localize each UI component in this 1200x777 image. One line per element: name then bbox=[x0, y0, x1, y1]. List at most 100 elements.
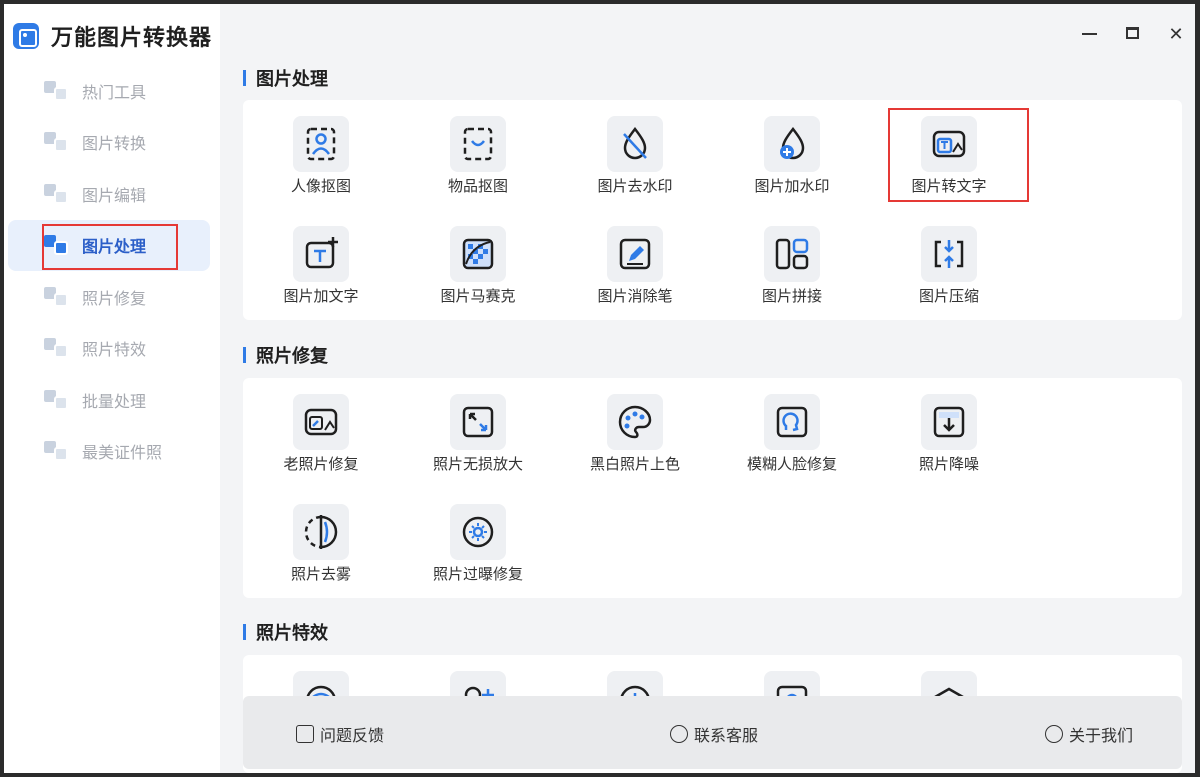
tool-label: 照片过曝修复 bbox=[432, 566, 523, 583]
tool-label: 图片拼接 bbox=[761, 288, 822, 305]
tool-old-photo-repair[interactable]: 老照片修复 bbox=[256, 394, 386, 474]
tool-add-text[interactable]: 图片加文字 bbox=[256, 226, 386, 306]
section-title-text: 照片特效 bbox=[256, 623, 328, 643]
about-label: 关于我们 bbox=[1069, 728, 1134, 745]
support-label: 联系客服 bbox=[694, 728, 759, 745]
section-title-image-process: 图片处理 bbox=[243, 65, 328, 91]
object-cutout-icon bbox=[450, 116, 506, 172]
feedback-icon bbox=[296, 725, 314, 743]
tool-label: 图片压缩 bbox=[918, 288, 979, 305]
sidebar-item-label: 最美证件照 bbox=[82, 445, 163, 463]
maximize-button[interactable] bbox=[1121, 22, 1145, 46]
old-photo-repair-icon bbox=[293, 394, 349, 450]
tool-face-restore[interactable]: 模糊人脸修复 bbox=[727, 394, 857, 474]
photo-effects-icon bbox=[44, 338, 68, 359]
image-process-icon bbox=[44, 235, 68, 256]
sidebar-item-photo-repair[interactable]: 照片修复 bbox=[8, 271, 210, 323]
section-title-photo-repair: 照片修复 bbox=[243, 342, 328, 368]
add-watermark-icon bbox=[764, 116, 820, 172]
section-title-photo-effects: 照片特效 bbox=[243, 619, 328, 645]
tool-label: 照片无损放大 bbox=[432, 456, 523, 473]
section-bar bbox=[243, 624, 246, 640]
hot-tools-icon bbox=[44, 80, 68, 101]
tool-remove-watermark[interactable]: 图片去水印 bbox=[570, 116, 700, 196]
sidebar-item-photo-effects[interactable]: 照片特效 bbox=[8, 323, 210, 375]
close-button[interactable]: ✕ bbox=[1164, 22, 1188, 46]
tool-label: 图片加水印 bbox=[754, 178, 830, 195]
tool-object-cutout[interactable]: 物品抠图 bbox=[413, 116, 543, 196]
tool-colorize[interactable]: 黑白照片上色 bbox=[570, 394, 700, 474]
tool-eraser-pen[interactable]: 图片消除笔 bbox=[570, 226, 700, 306]
close-icon: ✕ bbox=[1168, 24, 1184, 44]
section-bar bbox=[243, 347, 246, 363]
tool-label: 模糊人脸修复 bbox=[746, 456, 837, 473]
mosaic-icon bbox=[450, 226, 506, 282]
portrait-cutout-icon bbox=[293, 116, 349, 172]
remove-watermark-icon bbox=[607, 116, 663, 172]
tool-lossless-upscale[interactable]: 照片无损放大 bbox=[413, 394, 543, 474]
app-logo-icon bbox=[13, 23, 39, 49]
minimize-button[interactable] bbox=[1077, 22, 1101, 46]
tool-denoise[interactable]: 照片降噪 bbox=[884, 394, 1014, 474]
feedback-label: 问题反馈 bbox=[320, 728, 385, 745]
add-text-icon bbox=[293, 226, 349, 282]
image-to-text-icon bbox=[921, 116, 977, 172]
stitch-icon bbox=[764, 226, 820, 282]
sidebar-item-label: 热门工具 bbox=[82, 84, 147, 102]
denoise-icon bbox=[921, 394, 977, 450]
section-bar bbox=[243, 70, 246, 86]
app-name: 万能图片转换器 bbox=[51, 25, 213, 50]
support-button[interactable]: 联系客服 bbox=[670, 722, 758, 746]
section-title-text: 照片修复 bbox=[256, 346, 328, 366]
sidebar-item-image-edit[interactable]: 图片编辑 bbox=[8, 168, 210, 220]
compress-icon bbox=[921, 226, 977, 282]
tool-stitch[interactable]: 图片拼接 bbox=[727, 226, 857, 306]
lossless-upscale-icon bbox=[450, 394, 506, 450]
image-edit-icon bbox=[44, 183, 68, 204]
tool-label: 人像抠图 bbox=[290, 178, 351, 195]
app-window: 万能图片转换器 热门工具 图片转换 图片编辑 图片处理 照片修复 照片特效 批量… bbox=[4, 4, 1195, 773]
sidebar-item-hot-tools[interactable]: 热门工具 bbox=[8, 65, 210, 117]
sidebar-item-label: 图片转换 bbox=[82, 136, 147, 154]
face-restore-icon bbox=[764, 394, 820, 450]
batch-process-icon bbox=[44, 389, 68, 410]
tool-label: 图片马赛克 bbox=[440, 288, 516, 305]
about-button[interactable]: 关于我们 bbox=[1045, 722, 1133, 746]
tool-overexposure-repair[interactable]: 照片过曝修复 bbox=[413, 504, 543, 584]
panel-photo-repair: 老照片修复 照片无损放大 黑白照片上色 模糊人脸修复 照片降噪 照片去雾 照片过… bbox=[243, 378, 1182, 598]
sidebar: 万能图片转换器 热门工具 图片转换 图片编辑 图片处理 照片修复 照片特效 批量… bbox=[4, 4, 220, 773]
tool-image-to-text[interactable]: 图片转文字 bbox=[884, 116, 1014, 196]
feedback-button[interactable]: 问题反馈 bbox=[296, 722, 384, 746]
sidebar-item-label: 图片处理 bbox=[82, 239, 147, 257]
tool-label: 图片消除笔 bbox=[597, 288, 673, 305]
tool-compress[interactable]: 图片压缩 bbox=[884, 226, 1014, 306]
sidebar-item-label: 照片特效 bbox=[82, 342, 147, 360]
id-photo-icon bbox=[44, 441, 68, 462]
tool-label: 图片转文字 bbox=[911, 178, 987, 195]
sidebar-item-image-convert[interactable]: 图片转换 bbox=[8, 117, 210, 169]
palette-icon bbox=[607, 394, 663, 450]
panel-image-process: 人像抠图 物品抠图 图片去水印 图片加水印 图片转文字 图片加文字 图片马赛克 … bbox=[243, 100, 1182, 320]
section-title-text: 图片处理 bbox=[256, 69, 328, 89]
sidebar-item-batch-process[interactable]: 批量处理 bbox=[8, 374, 210, 426]
sidebar-item-label: 照片修复 bbox=[82, 290, 147, 308]
chat-icon bbox=[670, 725, 688, 743]
eraser-pen-icon bbox=[607, 226, 663, 282]
sidebar-item-id-photo[interactable]: 最美证件照 bbox=[8, 426, 210, 478]
dehaze-icon bbox=[293, 504, 349, 560]
sidebar-nav: 热门工具 图片转换 图片编辑 图片处理 照片修复 照片特效 批量处理 最美证件照 bbox=[8, 65, 210, 477]
tool-portrait-cutout[interactable]: 人像抠图 bbox=[256, 116, 386, 196]
tool-mosaic[interactable]: 图片马赛克 bbox=[413, 226, 543, 306]
tool-label: 照片去雾 bbox=[290, 566, 351, 583]
maximize-icon bbox=[1126, 27, 1139, 39]
sun-icon bbox=[450, 504, 506, 560]
tool-dehaze[interactable]: 照片去雾 bbox=[256, 504, 386, 584]
tool-label: 黑白照片上色 bbox=[589, 456, 680, 473]
tool-add-watermark[interactable]: 图片加水印 bbox=[727, 116, 857, 196]
tool-label: 图片加文字 bbox=[283, 288, 359, 305]
tool-label: 老照片修复 bbox=[283, 456, 359, 473]
sidebar-item-image-process[interactable]: 图片处理 bbox=[8, 219, 210, 271]
app-header: 万能图片转换器 bbox=[13, 20, 212, 52]
tool-label: 物品抠图 bbox=[447, 178, 508, 195]
sidebar-item-label: 批量处理 bbox=[82, 393, 147, 411]
